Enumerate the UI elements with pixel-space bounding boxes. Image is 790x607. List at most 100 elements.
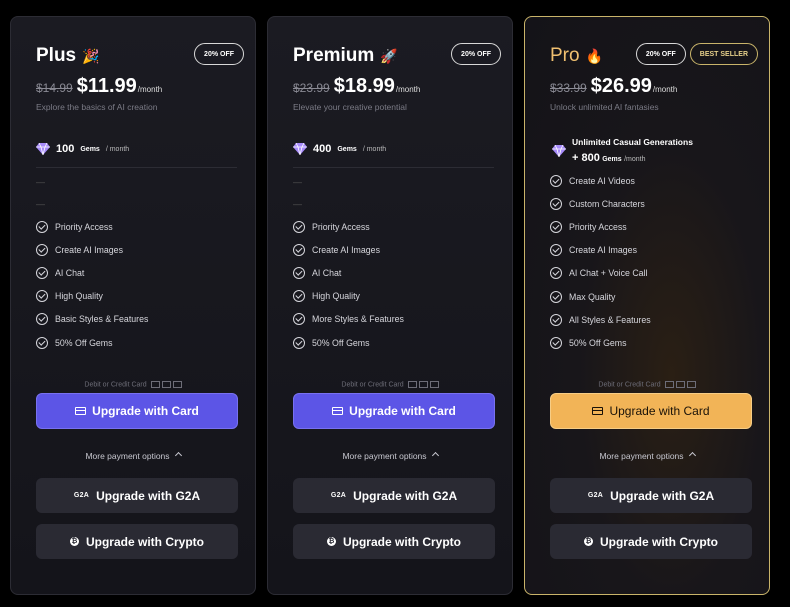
gems-row: 100 Gems / month [36,143,129,155]
empty-feature-placeholder: — [36,177,45,187]
check-circle-icon [293,266,305,279]
old-price: $33.99 [550,81,587,95]
more-payment-options-toggle[interactable]: More payment options [11,451,255,461]
feature-item: AI Chat + Voice Call [550,262,651,285]
gems-amount: 400 [313,143,332,155]
card-brand-icon [675,381,685,388]
discount-badge: 20% OFF [635,43,686,65]
chevron-up-icon [688,451,696,460]
check-circle-icon [550,220,562,233]
payment-method-label: Debit or Credit Card [11,381,255,388]
g2a-logo-icon: G2A [330,492,347,499]
unlimited-generations: Unlimited Casual Generations [572,137,693,147]
feature-item: More Styles & Features [293,308,404,331]
payment-method-label: Debit or Credit Card [525,381,769,388]
upgrade-g2a-button[interactable]: G2A Upgrade with G2A [293,478,495,513]
feature-item: High Quality [36,285,148,308]
credit-card-icon [592,407,604,415]
feature-item: 50% Off Gems [550,331,651,354]
g2a-logo-icon: G2A [587,492,604,499]
card-brand-icon [407,381,417,388]
more-payment-options-toggle[interactable]: More payment options [268,451,512,461]
check-circle-icon [36,266,48,279]
current-price: $26.99 [590,75,652,97]
check-circle-icon [550,197,562,210]
bitcoin-icon: ₿ [326,537,336,546]
more-payment-options-toggle[interactable]: More payment options [525,451,769,461]
card-brand-icon [418,381,428,388]
g2a-logo-icon: G2A [73,492,90,499]
gem-icon [36,143,50,155]
credit-card-icon [332,407,344,415]
feature-item: Priority Access [293,215,404,238]
price-row: $33.99 $26.99 /month [550,75,677,98]
check-circle-icon [550,290,562,303]
gems-row: 400 Gems / month [293,143,386,155]
card-brand-icon [172,381,182,388]
upgrade-card-button[interactable]: Upgrade with Card [550,393,752,429]
feature-item: All Styles & Features [550,308,651,331]
upgrade-card-button[interactable]: Upgrade with Card [293,393,495,429]
price-period: /month [652,85,678,94]
discount-badge: 20% OFF [194,43,244,65]
fire-icon: 🔥 [585,47,604,64]
plan-header: Plus 🎉 [36,45,100,67]
feature-item: 50% Off Gems [293,331,404,354]
card-brand-icon [429,381,439,388]
current-price: $18.99 [333,75,395,97]
plan-card-pro: Pro 🔥 20% OFF BEST SELLER $33.99 $26.99 … [524,16,770,595]
credit-card-icon [75,407,87,415]
card-brand-icon [150,381,160,388]
party-icon: 🎉 [82,47,100,64]
gems-unit: Gems [80,145,100,153]
check-circle-icon [550,244,562,257]
upgrade-crypto-button[interactable]: ₿ Upgrade with Crypto [293,524,495,559]
check-circle-icon [550,313,562,326]
gems-extra: + 800 Gems /month [572,152,646,164]
upgrade-crypto-button[interactable]: ₿ Upgrade with Crypto [550,524,752,559]
gems-unit: Gems [337,145,357,153]
card-brand-icon [686,381,696,388]
check-circle-icon [550,336,562,349]
price-period: /month [395,85,421,94]
gem-icon [293,143,307,155]
bitcoin-icon: ₿ [583,537,593,546]
plan-name: Pro [550,45,580,66]
divider [293,167,494,168]
empty-feature-placeholder: — [293,199,302,209]
old-price: $23.99 [293,81,330,95]
feature-item: Priority Access [550,215,651,238]
check-circle-icon [293,290,305,303]
gems-amount: 100 [56,143,75,155]
current-price: $11.99 [76,75,137,97]
feature-item: Custom Characters [550,192,651,215]
feature-item: Create AI Videos [550,169,651,192]
price-period: /month [137,85,163,94]
chevron-up-icon [431,451,439,460]
upgrade-card-button[interactable]: Upgrade with Card [36,393,238,429]
plan-card-premium: Premium 🚀 20% OFF $23.99 $18.99 /month E… [267,16,513,595]
upgrade-crypto-button[interactable]: ₿ Upgrade with Crypto [36,524,238,559]
upgrade-g2a-button[interactable]: G2A Upgrade with G2A [550,478,752,513]
check-circle-icon [36,313,48,326]
badge-group: 20% OFF [451,43,501,65]
feature-list: Priority Access Create AI Images AI Chat… [36,215,148,354]
plan-subtitle: Elevate your creative potential [293,102,407,112]
feature-list: Priority Access Create AI Images AI Chat… [293,215,404,354]
empty-feature-placeholder: — [293,177,302,187]
feature-item: Basic Styles & Features [36,308,148,331]
gem-icon [552,145,566,157]
empty-feature-placeholder: — [36,199,45,209]
feature-item: Create AI Images [36,238,148,261]
check-circle-icon [36,243,48,256]
plan-header: Premium 🚀 [293,45,398,67]
gems-text: Unlimited Casual Generations + 800 Gems … [572,134,693,168]
feature-item: Priority Access [36,215,148,238]
chevron-up-icon [174,451,182,460]
check-circle-icon [293,313,305,326]
feature-item: Max Quality [550,285,651,308]
discount-badge: 20% OFF [451,43,501,65]
plan-subtitle: Explore the basics of AI creation [36,102,158,112]
best-seller-badge: BEST SELLER [689,43,758,65]
upgrade-g2a-button[interactable]: G2A Upgrade with G2A [36,478,238,513]
